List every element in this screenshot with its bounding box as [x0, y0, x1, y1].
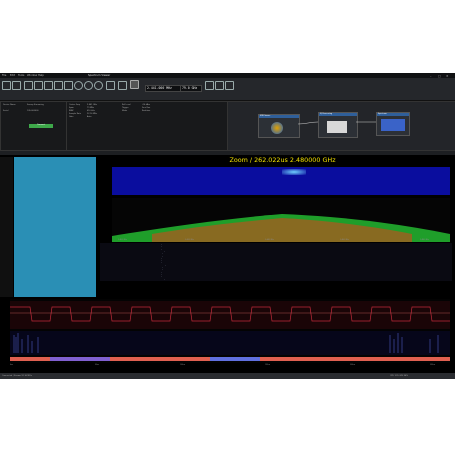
toolbar-icon[interactable]: [225, 81, 234, 90]
record-icon[interactable]: [2, 81, 11, 90]
arrow-icon[interactable]: [118, 81, 127, 90]
prop-label: Device Name: [3, 104, 16, 106]
layout-icon[interactable]: [34, 81, 43, 90]
arrow-icon[interactable]: [106, 81, 115, 90]
menu-file[interactable]: File: [2, 74, 6, 77]
prop-value: 105-000000: [27, 110, 39, 112]
minimize-button[interactable]: –: [430, 74, 432, 78]
prop-value: Auto: [87, 116, 92, 118]
spectrogram-display[interactable]: [112, 167, 450, 195]
settings-icon[interactable]: [74, 81, 83, 90]
time-tick: 0us: [10, 364, 14, 366]
layout-icon[interactable]: [54, 81, 63, 90]
timeline-segment[interactable]: [210, 357, 260, 361]
time-domain-plot[interactable]: [10, 299, 450, 363]
spectrum-icon[interactable]: [12, 81, 21, 90]
prop-value: -20 dBm: [142, 104, 151, 106]
time-tick: 200us: [350, 364, 356, 366]
flow-link: [297, 121, 319, 125]
toolbar-icon[interactable]: [205, 81, 214, 90]
freq-tick: 2.400 GHz: [118, 239, 127, 241]
play-icon[interactable]: [130, 80, 139, 89]
status-bar: Connected | Stream 92.16 MS/s CPU 12% GP…: [0, 373, 455, 379]
freq-tick: 2.460 GHz: [340, 239, 349, 241]
prop-value: 2.441 GHz: [87, 104, 97, 106]
status-left: Connected | Stream 92.16 MS/s: [2, 374, 32, 377]
time-tick: 150us: [265, 364, 271, 366]
prop-label: Gain: [69, 116, 74, 118]
prop-value: Free Run: [142, 107, 151, 109]
signal-burst: [282, 169, 306, 175]
prop-value: Sweep Streaming: [27, 104, 44, 106]
flow-connections: [297, 121, 376, 125]
close-button[interactable]: ✕: [446, 74, 449, 78]
flow-graph-panel: SDR Source IQ Processing Spectrum: [227, 101, 455, 151]
connect-button[interactable]: Connect: [29, 124, 53, 128]
waterfall-display[interactable]: [14, 157, 96, 297]
menu-help[interactable]: Help: [38, 74, 44, 77]
timeline-segment[interactable]: [50, 357, 110, 361]
maximize-button[interactable]: □: [438, 74, 441, 78]
prop-value: 92.16 MHz: [87, 113, 98, 115]
menu-tools[interactable]: Tools: [18, 74, 24, 77]
prop-label: Center Freq: [69, 104, 81, 106]
window-title: Spectrum Viewer: [88, 73, 111, 77]
application-window: File Edit Tools Window Help Spectrum Vie…: [0, 73, 455, 379]
menu-edit[interactable]: Edit: [10, 74, 15, 77]
prop-value: 610 kHz: [87, 110, 95, 112]
layout-icon[interactable]: [44, 81, 53, 90]
settings-icon[interactable]: [94, 81, 103, 90]
settings-icon[interactable]: [84, 81, 93, 90]
layout-icon[interactable]: [64, 81, 73, 90]
properties-panel: Device Name Sweep Streaming Serial 105-0…: [0, 101, 68, 151]
time-tick: 50us: [95, 364, 100, 366]
time-tick: 250us: [430, 364, 436, 366]
ribbon-toolbar: 2.441.000 MHz 79.0 GHz: [0, 78, 455, 101]
prop-label: Trigger: [122, 107, 129, 109]
zoom-title: Zoom / 262.022us 2.480000 GHz: [229, 156, 336, 164]
time-tick: 100us: [180, 364, 186, 366]
prop-label: Ref Level: [122, 104, 131, 106]
prop-label: Serial: [3, 110, 9, 112]
span-field[interactable]: 79.0 GHz: [180, 85, 202, 92]
prop-label: RBW: [69, 110, 74, 112]
waterfall-axis: [0, 157, 13, 297]
prop-value: Realtime: [142, 110, 151, 112]
freq-tick: 2.480 GHz: [420, 239, 429, 241]
status-right: CPU 12% GPU 34%: [390, 374, 409, 377]
freq-tick: 2.420 GHz: [185, 239, 194, 241]
freq-tick: 2.440 GHz: [265, 239, 274, 241]
prop-label: Span: [69, 107, 74, 109]
device-properties-table: Center Freq 2.441 GHz Span 79 MHz RBW 61…: [66, 101, 228, 151]
table-row[interactable]: 016 2024-03-04 12:00:01.0702 WiFi Beac 2…: [100, 279, 220, 281]
prop-label: Sample Rate: [69, 113, 82, 115]
grid-icon[interactable]: [24, 81, 33, 90]
menu-window[interactable]: Window: [27, 74, 37, 77]
center-frequency-field[interactable]: 2.441.000 MHz: [145, 85, 183, 92]
spectrum-plot[interactable]: [112, 198, 450, 242]
toolbar-icon[interactable]: [215, 81, 224, 90]
prop-value: 79 MHz: [87, 107, 95, 109]
prop-label: Mode: [122, 110, 128, 112]
